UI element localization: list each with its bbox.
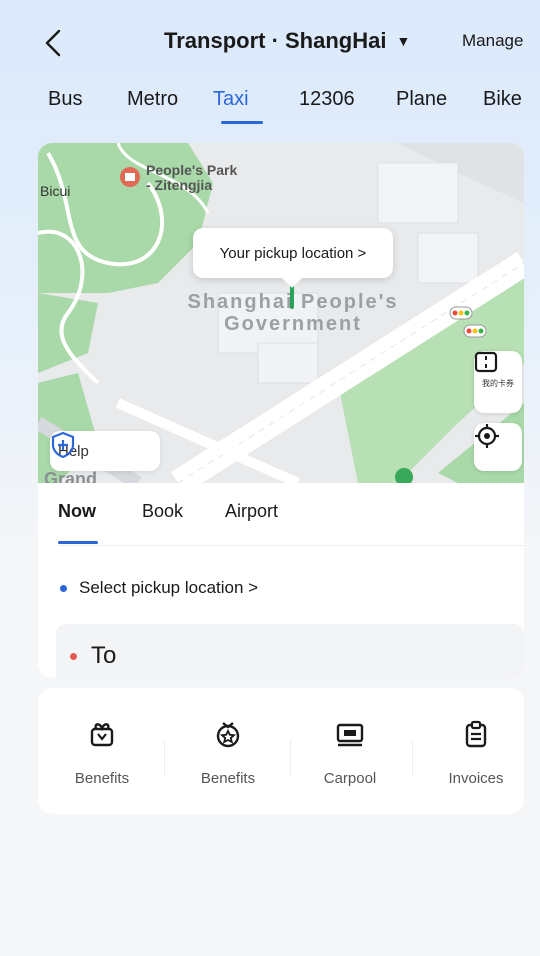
tab-taxi[interactable]: Taxi — [213, 88, 249, 111]
poi-peoples-park[interactable]: People's Park - Zitengjia — [146, 163, 237, 193]
caret-down-icon: ▼ — [396, 33, 411, 49]
city-selector[interactable]: Transport · ShangHai ▼ — [164, 28, 410, 54]
help-button[interactable]: Help — [50, 431, 160, 471]
service-label: Carpool — [323, 770, 377, 787]
tab-plane[interactable]: Plane — [396, 88, 447, 111]
pickup-location-bubble[interactable]: Your pickup location > — [193, 228, 393, 278]
government-label-line2: Government — [224, 313, 362, 335]
poi-park-subname: - Zitengjia — [146, 177, 213, 193]
service-carpool[interactable]: Carpool — [290, 688, 410, 814]
tab-bus[interactable]: Bus — [48, 88, 82, 111]
mode-tab-now[interactable]: Now — [58, 501, 96, 522]
my-coupons-label: 我的卡券 — [482, 378, 514, 388]
manage-button[interactable]: Manage — [462, 31, 523, 51]
shield-plus-icon — [51, 431, 75, 459]
tab-12306[interactable]: 12306 — [299, 88, 355, 111]
crosshair-icon — [475, 424, 499, 448]
transport-tabs: Bus Metro Taxi 12306 Plane Bike — [0, 88, 540, 128]
active-mode-indicator — [58, 541, 98, 544]
clipboard-icon — [465, 720, 487, 748]
mode-tab-book[interactable]: Book — [142, 501, 183, 522]
destination-input[interactable]: To — [56, 624, 524, 678]
service-invoices[interactable]: Invoices — [416, 688, 536, 814]
page-title: Transport · ShangHai — [164, 28, 387, 53]
service-label: Benefits — [200, 770, 256, 787]
divider — [58, 545, 524, 546]
divider — [412, 740, 413, 776]
header: Transport · ShangHai ▼ Manage — [0, 0, 540, 80]
service-benefits-medal[interactable]: Benefits — [168, 688, 288, 814]
tab-bike[interactable]: Bike — [483, 88, 522, 111]
pickup-dot-icon — [60, 584, 67, 592]
taxi-card: People's Park - Zitengjia Bicui i Grand … — [38, 143, 524, 678]
coupon-medal-icon — [216, 722, 240, 748]
poi-grand: i Grand — [38, 469, 98, 483]
carpool-ticket-icon — [336, 723, 364, 747]
my-coupons-button[interactable]: 我的卡券 — [474, 351, 522, 413]
services-bar: Benefits Benefits Carpool Invoices — [38, 688, 524, 814]
tab-metro[interactable]: Metro — [127, 88, 178, 111]
map-view[interactable]: People's Park - Zitengjia Bicui i Grand … — [38, 143, 524, 483]
poi-bicui: Bicui — [40, 183, 71, 199]
gift-box-icon — [90, 723, 114, 747]
active-tab-indicator — [221, 121, 263, 124]
pickup-selector[interactable]: Select pickup location > — [60, 573, 258, 603]
mode-tab-airport[interactable]: Airport — [225, 501, 278, 522]
destination-label: To — [91, 642, 117, 669]
service-label: Benefits — [74, 770, 130, 787]
chevron-left-icon — [45, 29, 61, 57]
back-button[interactable] — [38, 26, 68, 60]
service-benefits-gift[interactable]: Benefits — [42, 688, 162, 814]
pickup-label: Select pickup location > — [79, 578, 259, 597]
poi-park-name: People's Park — [146, 162, 238, 178]
divider — [164, 740, 165, 776]
service-label: Invoices — [448, 770, 504, 787]
locate-me-button[interactable] — [474, 423, 522, 471]
ride-mode-tabs: Now Book Airport — [38, 499, 524, 549]
destination-dot-icon — [70, 652, 77, 660]
coupon-icon — [474, 351, 498, 373]
